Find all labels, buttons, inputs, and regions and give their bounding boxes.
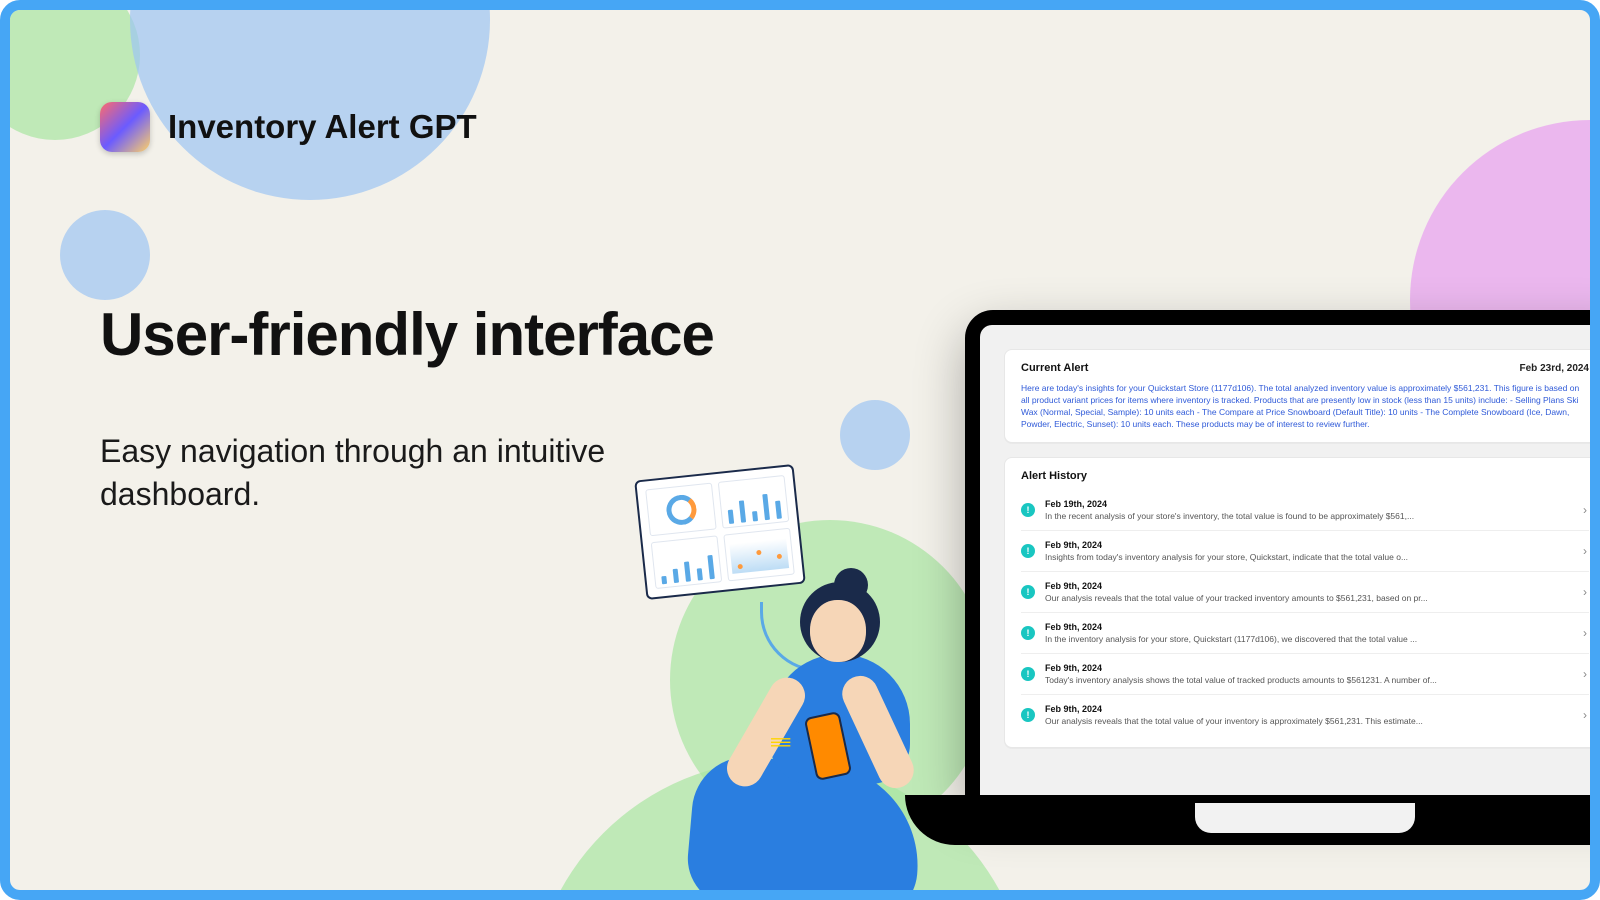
decorative-blob [130, 0, 490, 200]
alert-history-card: Alert History ! Feb 19th, 2024 In the re… [1004, 457, 1600, 748]
chevron-right-icon: › [1583, 626, 1587, 640]
decorative-blob [60, 210, 150, 300]
info-icon: ! [1021, 667, 1035, 681]
info-icon: ! [1021, 544, 1035, 558]
info-icon: ! [1021, 585, 1035, 599]
alert-history-item[interactable]: ! Feb 9th, 2024 Today's inventory analys… [1021, 654, 1589, 695]
app-screen: Current Alert Feb 23rd, 2024 Here are to… [980, 325, 1600, 795]
laptop-mockup: Current Alert Feb 23rd, 2024 Here are to… [965, 310, 1600, 900]
hero-headline: User-friendly interface [100, 300, 714, 369]
current-alert-title: Current Alert [1021, 362, 1088, 374]
alert-history-desc: In the recent analysis of your store's i… [1045, 511, 1589, 521]
chart-area-icon [651, 535, 723, 589]
alert-history-desc: Our analysis reveals that the total valu… [1045, 593, 1589, 603]
laptop-notch [1195, 803, 1415, 833]
alert-history-desc: In the inventory analysis for your store… [1045, 634, 1589, 644]
chart-line-icon [723, 528, 795, 582]
chevron-right-icon: › [1583, 503, 1587, 517]
chevron-right-icon: › [1583, 585, 1587, 599]
alert-history-date: Feb 9th, 2024 [1045, 622, 1589, 632]
alert-history-date: Feb 9th, 2024 [1045, 704, 1589, 714]
spark-icon: ≡≡ [770, 732, 789, 755]
alert-history-item[interactable]: ! Feb 9th, 2024 Insights from today's in… [1021, 531, 1589, 572]
alert-history-date: Feb 19th, 2024 [1045, 499, 1589, 509]
alert-history-date: Feb 9th, 2024 [1045, 540, 1589, 550]
decorative-blob [840, 400, 910, 470]
current-alert-date: Feb 23rd, 2024 [1520, 363, 1589, 374]
alert-history-desc: Our analysis reveals that the total valu… [1045, 716, 1589, 726]
alert-history-item[interactable]: ! Feb 9th, 2024 In the inventory analysi… [1021, 613, 1589, 654]
alert-history-date: Feb 9th, 2024 [1045, 663, 1589, 673]
logo-mark-icon [100, 102, 150, 152]
current-alert-card: Current Alert Feb 23rd, 2024 Here are to… [1004, 349, 1600, 443]
alert-history-desc: Today's inventory analysis shows the tot… [1045, 675, 1589, 685]
alert-history-item[interactable]: ! Feb 9th, 2024 Our analysis reveals tha… [1021, 695, 1589, 735]
logo: Inventory Alert GPT [100, 102, 477, 152]
hero-subhead: Easy navigation through an intuitive das… [100, 430, 720, 516]
alert-history-date: Feb 9th, 2024 [1045, 581, 1589, 591]
marketing-frame: Inventory Alert GPT User-friendly interf… [0, 0, 1600, 900]
chevron-right-icon: › [1583, 544, 1587, 558]
alert-history-title: Alert History [1021, 470, 1589, 482]
current-alert-body: Here are today's insights for your Quick… [1021, 382, 1589, 430]
chevron-right-icon: › [1583, 708, 1587, 722]
hero-illustration: ≡≡ [640, 472, 970, 900]
alert-history-desc: Insights from today's inventory analysis… [1045, 552, 1589, 562]
alert-history-item[interactable]: ! Feb 9th, 2024 Our analysis reveals tha… [1021, 572, 1589, 613]
chevron-right-icon: › [1583, 667, 1587, 681]
info-icon: ! [1021, 626, 1035, 640]
logo-text: Inventory Alert GPT [168, 108, 477, 146]
alert-history-item[interactable]: ! Feb 19th, 2024 In the recent analysis … [1021, 490, 1589, 531]
info-icon: ! [1021, 708, 1035, 722]
chart-bars-icon [718, 475, 790, 529]
info-icon: ! [1021, 503, 1035, 517]
person-illustration: ≡≡ [710, 582, 970, 900]
